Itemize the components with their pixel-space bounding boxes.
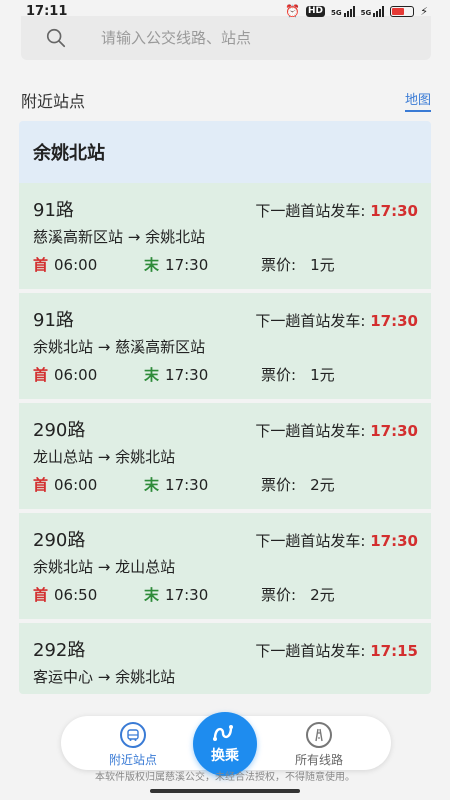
fare-label: 票价: (261, 586, 297, 604)
first-bus-time: 06:00 (54, 475, 98, 494)
route-direction: 龙山总站 → 余姚北站 (33, 448, 176, 466)
last-bus-mark: 末 (144, 476, 160, 494)
nav-nearby-label: 附近站点 (108, 753, 157, 767)
station-list[interactable]: 余姚北站 91路 下一趟首站发车: 17:30 慈溪高新区站 → 余姚北站首 06:0… (19, 121, 431, 694)
route-times: 首 06:00 末 17:30 票价: 1元 (33, 364, 418, 385)
bus-stop-icon (120, 722, 146, 748)
map-link[interactable]: 地图 (404, 89, 431, 112)
signal-icon: 5G (360, 5, 385, 17)
route-header: 91路 下一趟首站发车: 17:30 (33, 306, 418, 332)
route-direction: 余姚北站 → 龙山总站 (33, 558, 176, 576)
next-departure-label: 下一趟首站发车: (255, 202, 366, 220)
bottom-nav: 附近站点 换乘 所有线路 (61, 712, 391, 776)
route-header: 290路 下一趟首站发车: 17:30 (33, 416, 418, 442)
last-bus-mark: 末 (144, 586, 160, 604)
fare-value: 1元 (310, 256, 335, 274)
route-header: 290路 下一趟首站发车: 17:30 (33, 526, 418, 552)
last-bus-time: 17:30 (165, 475, 209, 494)
alarm-icon: ⏰ (285, 4, 300, 18)
fare-label: 票价: (261, 256, 297, 274)
fare-value: 2元 (310, 476, 335, 494)
route-header: 292路 下一趟首站发车: 17:15 (33, 636, 418, 662)
routes-container: 91路 下一趟首站发车: 17:30 慈溪高新区站 → 余姚北站首 06:00 末 17:… (19, 183, 431, 694)
last-bus-mark: 末 (144, 256, 160, 274)
route-name: 91路 (33, 310, 74, 331)
status-bar: 17:11 ⏰ HD 5G 5G ⚡ (0, 0, 450, 22)
nav-routes-label: 所有线路 (294, 753, 343, 767)
next-departure-time: 17:30 (370, 422, 418, 440)
next-departure: 下一趟首站发车: 17:30 (255, 420, 418, 441)
next-departure: 下一趟首站发车: 17:30 (255, 530, 418, 551)
route-direction: 余姚北站 → 慈溪高新区站 (33, 338, 206, 356)
fare-label: 票价: (261, 476, 297, 494)
next-departure: 下一趟首站发车: 17:30 (255, 310, 418, 331)
first-bus-mark: 首 (33, 256, 49, 274)
transfer-icon (213, 725, 233, 741)
first-bus-time: 06:00 (54, 365, 98, 384)
charging-icon: ⚡ (420, 4, 428, 18)
nearby-header: 附近站点 地图 (21, 88, 431, 112)
next-departure-time: 17:15 (370, 642, 418, 660)
route-card[interactable]: 290路 下一趟首站发车: 17:30 龙山总站 → 余姚北站首 06:00 末 17:3… (19, 403, 431, 509)
search-icon[interactable] (45, 27, 67, 49)
first-bus-mark: 首 (33, 476, 49, 494)
search-input[interactable] (101, 29, 401, 47)
route-name: 292路 (33, 640, 86, 661)
route-name: 290路 (33, 420, 86, 441)
nav-nearby-stations[interactable]: 附近站点 (93, 722, 173, 768)
signal-label: 5G (360, 8, 372, 17)
route-card[interactable]: 292路 下一趟首站发车: 17:15 客运中心 → 余姚北站 (19, 623, 431, 694)
route-direction: 慈溪高新区站 → 余姚北站 (33, 228, 206, 246)
nav-transfer-button[interactable]: 换乘 (193, 712, 257, 776)
route-times: 首 06:00 末 17:30 票价: 2元 (33, 474, 418, 495)
nav-all-routes[interactable]: 所有线路 (279, 722, 359, 768)
route-card[interactable]: 91路 下一趟首站发车: 17:30 慈溪高新区站 → 余姚北站首 06:00 末 17:… (19, 183, 431, 289)
road-icon (306, 722, 332, 748)
next-departure-label: 下一趟首站发车: (255, 422, 366, 440)
first-bus-time: 06:50 (54, 585, 98, 604)
route-name: 91路 (33, 200, 74, 221)
first-bus-mark: 首 (33, 366, 49, 384)
station-name[interactable]: 余姚北站 (19, 121, 431, 183)
next-departure-label: 下一趟首站发车: (255, 642, 366, 660)
nav-transfer-label: 换乘 (211, 748, 239, 764)
status-icons: ⏰ HD 5G 5G ⚡ (285, 4, 428, 18)
next-departure-time: 17:30 (370, 202, 418, 220)
status-time: 17:11 (26, 3, 68, 19)
last-bus-mark: 末 (144, 366, 160, 384)
next-departure-time: 17:30 (370, 532, 418, 550)
route-direction: 客运中心 → 余姚北站 (33, 668, 176, 686)
copyright-note: 本软件版权归属慈溪公交，未经合法授权，不得随意使用。 (95, 772, 355, 783)
search-bar[interactable] (21, 16, 431, 60)
route-card[interactable]: 290路 下一趟首站发车: 17:30 余姚北站 → 龙山总站首 06:50 末 17:3… (19, 513, 431, 619)
first-bus-mark: 首 (33, 586, 49, 604)
route-name: 290路 (33, 530, 86, 551)
battery-icon (390, 5, 415, 17)
route-header: 91路 下一趟首站发车: 17:30 (33, 196, 418, 222)
home-indicator[interactable] (150, 789, 300, 793)
route-card[interactable]: 91路 下一趟首站发车: 17:30 余姚北站 → 慈溪高新区站首 06:00 末 17:… (19, 293, 431, 399)
last-bus-time: 17:30 (165, 255, 209, 274)
next-departure: 下一趟首站发车: 17:30 (255, 200, 418, 221)
first-bus-time: 06:00 (54, 255, 98, 274)
fare-label: 票价: (261, 366, 297, 384)
next-departure-time: 17:30 (370, 312, 418, 330)
signal-label: 5G (331, 8, 342, 17)
route-times: 首 06:50 末 17:30 票价: 2元 (33, 584, 418, 605)
fare-value: 1元 (310, 366, 335, 384)
hd-badge: HD (306, 5, 326, 17)
fare-value: 2元 (310, 586, 335, 604)
last-bus-time: 17:30 (165, 365, 209, 384)
signal-icon: 5G (331, 5, 355, 17)
next-departure: 下一趟首站发车: 17:15 (255, 640, 418, 661)
nearby-title: 附近站点 (21, 92, 86, 111)
battery-level (392, 7, 405, 15)
next-departure-label: 下一趟首站发车: (255, 312, 366, 330)
next-departure-label: 下一趟首站发车: (255, 532, 366, 550)
last-bus-time: 17:30 (165, 585, 209, 604)
route-times: 首 06:00 末 17:30 票价: 1元 (33, 254, 418, 275)
